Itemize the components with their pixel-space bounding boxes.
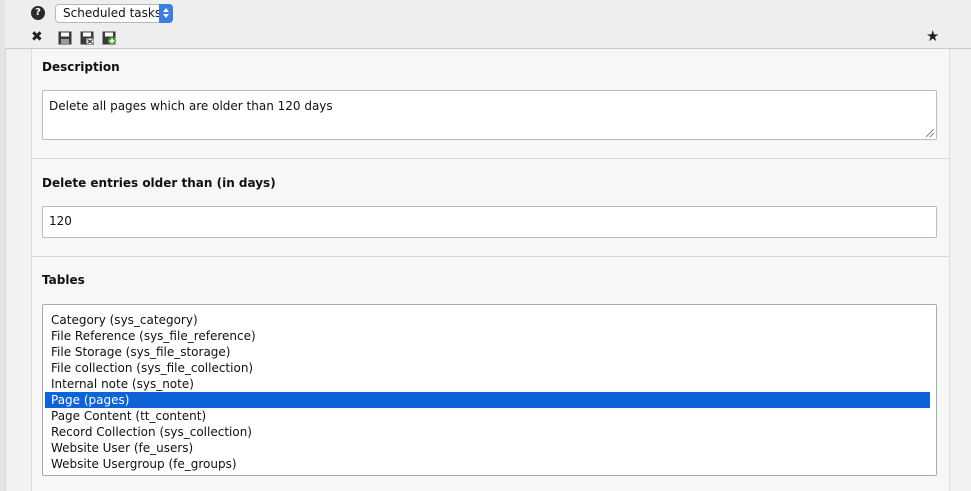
resize-grip-icon[interactable] [926,129,934,137]
description-textarea[interactable]: Delete all pages which are older than 12… [42,90,937,140]
left-edge-panel [0,0,6,491]
table-option[interactable]: Internal note (sys_note) [45,376,930,392]
docheader-toolbar: ? Scheduled tasks ✖ ★ [5,0,971,49]
days-input[interactable]: 120 [42,206,937,238]
days-label: Delete entries older than (in days) [42,176,276,190]
module-selector[interactable]: Scheduled tasks [55,4,173,23]
help-icon[interactable]: ? [31,6,45,20]
table-option[interactable]: Website User (fe_users) [45,440,930,456]
table-option[interactable]: Record Collection (sys_collection) [45,424,930,440]
table-option[interactable]: File collection (sys_file_collection) [45,360,930,376]
description-label: Description [42,60,120,74]
description-section: Description Delete all pages which are o… [32,49,949,159]
tables-section: Tables Category (sys_category) File Refe… [32,257,949,491]
form-content: Description Delete all pages which are o… [31,49,950,491]
days-value: 120 [49,214,72,228]
module-selector-value: Scheduled tasks [63,6,162,20]
description-value: Delete all pages which are older than 12… [49,99,333,113]
tables-label: Tables [42,273,85,287]
tables-multiselect[interactable]: Category (sys_category) File Reference (… [42,304,937,476]
save-icon[interactable] [58,31,72,45]
table-option[interactable]: File Reference (sys_file_reference) [45,328,930,344]
star-icon[interactable]: ★ [926,28,939,44]
save-and-new-icon[interactable] [102,31,116,45]
table-option[interactable]: File Storage (sys_file_storage) [45,344,930,360]
table-option[interactable]: Category (sys_category) [45,312,930,328]
table-option-selected[interactable]: Page (pages) [45,392,930,408]
close-icon[interactable]: ✖ [31,30,43,44]
table-option[interactable]: Website Usergroup (fe_groups) [45,456,930,472]
days-section: Delete entries older than (in days) 120 [32,159,949,257]
chevron-updown-icon [159,4,173,23]
table-option[interactable]: Page Content (tt_content) [45,408,930,424]
save-and-close-icon[interactable] [80,31,94,45]
